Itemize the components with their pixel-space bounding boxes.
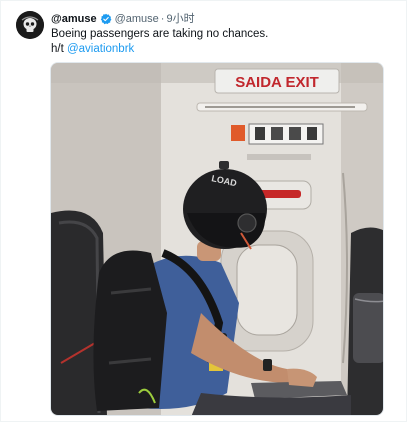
tweet-header: @amuse @amuse · 9小时	[51, 12, 195, 26]
photo-illustration: SAIDA EXIT LOAD	[51, 63, 383, 415]
verified-badge-icon	[100, 13, 111, 25]
tweet-media-photo[interactable]: SAIDA EXIT LOAD	[50, 62, 384, 416]
timestamp[interactable]: 9小时	[166, 12, 194, 26]
skull-icon	[16, 11, 44, 39]
tweet-card[interactable]: @amuse @amuse · 9小时 Boeing passengers ar…	[0, 0, 407, 422]
hat-tip-prefix: h/t	[51, 43, 67, 55]
tweet-text-line: Boeing passengers are taking no chances.	[51, 28, 269, 40]
display-name[interactable]: @amuse	[51, 12, 97, 26]
exit-sign-text: SAIDA EXIT	[235, 74, 319, 91]
avatar[interactable]	[16, 11, 44, 39]
handle[interactable]: @amuse	[115, 12, 159, 26]
separator-dot: ·	[160, 13, 165, 25]
tweet-text: Boeing passengers are taking no chances.…	[51, 27, 268, 57]
tweet-text-line: h/t @aviationbrk	[51, 42, 268, 57]
mention-link[interactable]: @aviationbrk	[67, 43, 134, 55]
